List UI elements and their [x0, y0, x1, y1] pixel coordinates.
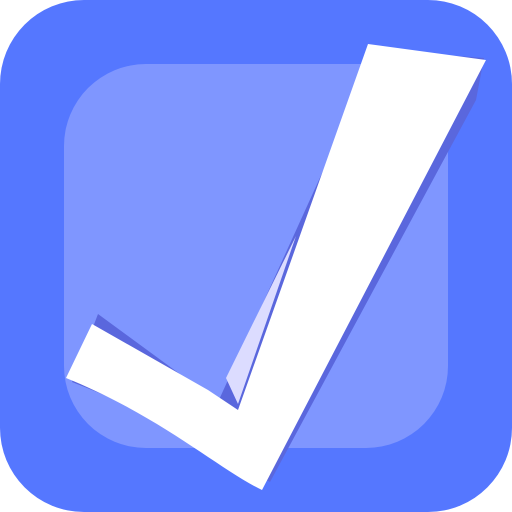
- app-icon: [0, 0, 512, 512]
- checkbox-checked-icon: [0, 0, 512, 512]
